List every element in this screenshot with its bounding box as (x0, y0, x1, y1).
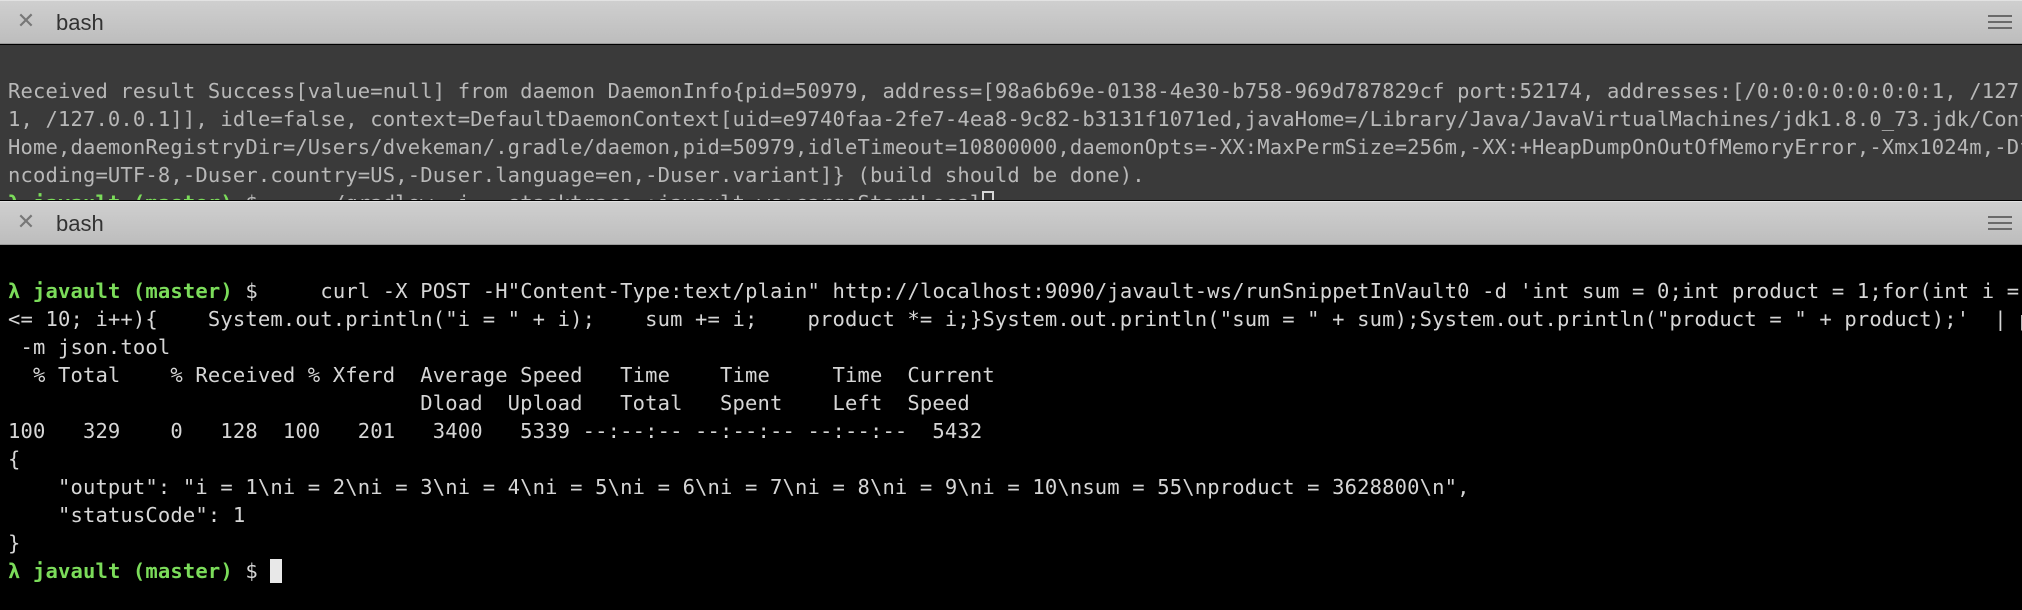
tab-title[interactable]: bash (56, 202, 104, 246)
terminal-output-line: 100 329 0 128 100 201 3400 5339 --:--:--… (8, 419, 983, 443)
command-text: curl -X POST -H"Content-Type:text/plain"… (270, 279, 2022, 303)
terminal-output-line: Received result Success[value=null] from… (8, 79, 2022, 103)
prompt-dollar: $ (245, 279, 258, 303)
terminal-output-line: 1, /127.0.0.1]], idle=false, context=Def… (8, 107, 2022, 131)
prompt-lambda: λ (8, 279, 21, 303)
text-cursor (270, 559, 283, 583)
terminal-output-line: % Total % Received % Xferd Average Speed… (8, 363, 995, 387)
prompt-dollar: $ (245, 559, 258, 583)
command-continuation-line: -m json.tool (8, 335, 171, 359)
tab-title[interactable]: bash (56, 1, 104, 45)
terminal-output-line: "output": "i = 1\ni = 2\ni = 3\ni = 4\ni… (8, 475, 1470, 499)
command-continuation-line: <= 10; i++){ System.out.println("i = " +… (8, 307, 2022, 331)
prompt-lambda: λ (8, 559, 21, 583)
prompt-repo-branch: javault (master) (33, 191, 233, 200)
terminal-pane-bottom[interactable]: λ javault (master) $ curl -X POST -H"Con… (0, 245, 2022, 610)
hamburger-menu-icon[interactable] (1988, 15, 2012, 31)
prompt-line: λ javault (master) $ ./gradlew -i --stac… (8, 189, 2014, 200)
terminal-output-line: } (8, 531, 21, 555)
close-icon[interactable]: ✕ (14, 211, 38, 235)
terminal-output-line: { (8, 447, 21, 471)
prompt-repo-branch: javault (master) (33, 279, 233, 303)
prompt-lambda: λ (8, 191, 21, 200)
terminal-output-line: ncoding=UTF-8,-Duser.country=US,-Duser.l… (8, 163, 1145, 187)
tab-bar-bottom: ✕ bash (0, 201, 2022, 245)
terminal-output-line: Home,daemonRegistryDir=/Users/dvekeman/.… (8, 135, 2022, 159)
terminal-pane-top[interactable]: Received result Success[value=null] from… (0, 45, 2022, 200)
hamburger-menu-icon[interactable] (1988, 216, 2012, 232)
prompt-line: λ javault (master) $ (8, 557, 2014, 585)
text-cursor (982, 191, 995, 200)
terminal-output-line: Dload Upload Total Spent Left Speed (8, 391, 970, 415)
tab-bar-top: ✕ bash (0, 0, 2022, 44)
command-text: ./gradlew -i --stacktrace :javault-ws:ca… (270, 191, 982, 200)
prompt-line: λ javault (master) $ curl -X POST -H"Con… (8, 277, 2019, 305)
prompt-dollar: $ (245, 191, 258, 200)
close-icon[interactable]: ✕ (14, 10, 38, 34)
prompt-repo-branch: javault (master) (33, 559, 233, 583)
terminal-output-line: "statusCode": 1 (8, 503, 246, 527)
